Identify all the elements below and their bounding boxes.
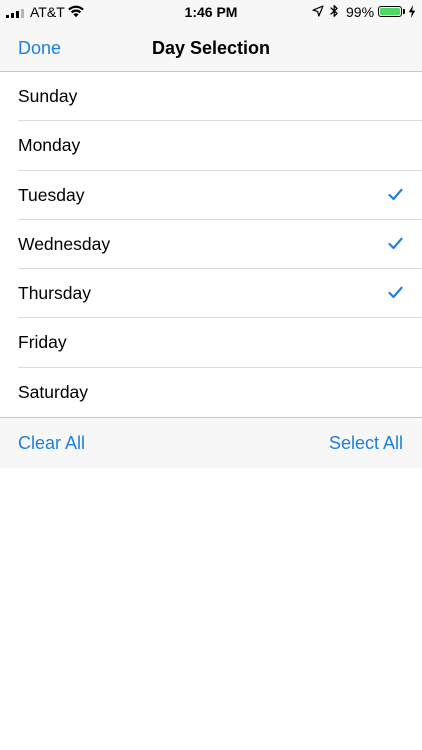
- bottom-toolbar: Clear All Select All: [0, 417, 422, 468]
- checkmark-icon: [388, 286, 403, 299]
- battery-fill: [380, 8, 400, 15]
- day-label: Tuesday: [18, 184, 85, 205]
- day-label: Thursday: [18, 283, 91, 304]
- battery-icon: [378, 6, 402, 17]
- bluetooth-icon: [330, 5, 338, 17]
- day-label: Monday: [18, 135, 81, 156]
- clear-all-button[interactable]: Clear All: [18, 418, 85, 468]
- status-bar: AT&T 1:46 PM 99%: [0, 0, 422, 24]
- day-label: Friday: [18, 332, 67, 353]
- day-row-wednesday[interactable]: Wednesday: [0, 220, 422, 270]
- day-row-friday[interactable]: Friday: [0, 318, 422, 368]
- day-row-thursday[interactable]: Thursday: [0, 269, 422, 319]
- day-label: Wednesday: [18, 233, 111, 254]
- day-row-tuesday[interactable]: Tuesday: [0, 171, 422, 220]
- day-label: Sunday: [18, 86, 78, 106]
- done-button[interactable]: Done: [18, 24, 61, 72]
- day-row-monday[interactable]: Monday: [0, 121, 422, 171]
- battery-tip: [403, 9, 405, 14]
- page-title: Day Selection: [151, 38, 271, 58]
- day-label: Saturday: [18, 381, 89, 402]
- day-list: Sunday Monday Tuesday Wednesday Thursday Frid…: [0, 72, 422, 418]
- day-row-saturday[interactable]: Saturday: [0, 368, 422, 417]
- day-row-sunday[interactable]: Sunday: [0, 72, 422, 122]
- navigation-bar: Done Day Selection: [0, 24, 422, 72]
- location-arrow-icon: [312, 5, 324, 17]
- charging-bolt-icon: [408, 5, 416, 18]
- checkmark-icon: [388, 188, 403, 200]
- select-all-button[interactable]: Select All: [329, 418, 403, 468]
- checkmark-icon: [388, 237, 403, 249]
- battery-percent: 99%: [346, 4, 375, 20]
